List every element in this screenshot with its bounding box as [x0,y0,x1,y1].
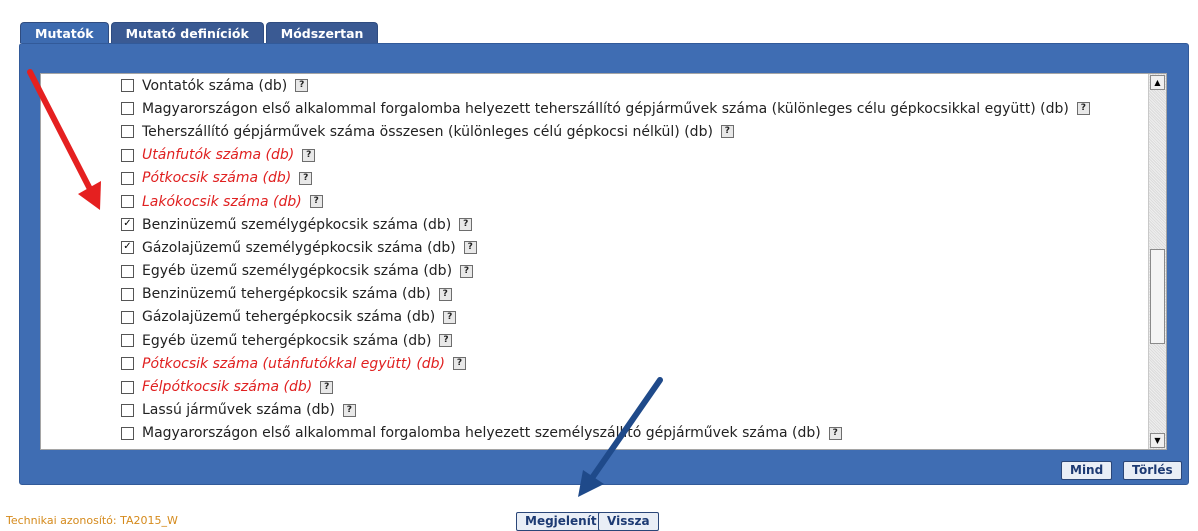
indicator-row: Egyéb üzemű személygépkocsik száma (db)? [121,260,1146,283]
help-icon[interactable]: ? [438,287,452,301]
help-icon[interactable]: ? [439,334,453,348]
indicator-label[interactable]: Gázolajüzemű tehergépkocsik száma (db) [142,309,435,325]
indicator-checkbox[interactable] [121,79,134,93]
clear-button[interactable]: Törlés [1123,461,1182,480]
indicator-list: Vontatók száma (db)? Magyarországon első … [121,74,1146,445]
indicator-checkbox[interactable] [121,310,134,324]
indicator-checkbox[interactable] [121,380,134,394]
indicator-row: Magyarországon első alkalommal forgalomb… [121,97,1146,120]
indicator-listbox[interactable]: Vontatók száma (db)? Magyarországon első … [40,73,1167,450]
indicator-row: ✓ Gázolajüzemű személygépkocsik száma (db… [121,236,1146,259]
vertical-scrollbar[interactable]: ▲ ▼ [1148,74,1166,449]
indicator-checkbox[interactable] [121,287,134,301]
indicator-panel: Vontatók száma (db)? Magyarországon első … [19,43,1189,485]
back-button[interactable]: Vissza [598,512,659,531]
scroll-down-button[interactable]: ▼ [1150,433,1165,448]
help-icon[interactable]: ? [459,218,473,232]
help-icon[interactable]: ? [299,171,313,185]
indicator-label[interactable]: Egyéb üzemű tehergépkocsik száma (db) [142,333,431,349]
help-icon[interactable]: ? [720,125,734,139]
indicator-label[interactable]: Pótkocsik száma (utánfutókkal együtt) (d… [142,356,445,372]
indicator-row: Pótkocsik száma (db)? [121,167,1146,190]
indicator-checkbox[interactable] [121,125,134,139]
tab-mutatok[interactable]: Mutatók [20,22,109,43]
help-icon[interactable]: ? [309,195,323,209]
help-icon[interactable]: ? [463,241,477,255]
indicator-label[interactable]: Benzinüzemű személygépkocsik száma (db) [142,217,451,233]
scroll-thumb[interactable] [1150,249,1165,344]
help-icon[interactable]: ? [1076,102,1090,116]
indicator-row: Pótkocsik száma (utánfutókkal együtt) (d… [121,352,1146,375]
indicator-label[interactable]: Lakókocsik száma (db) [142,194,302,210]
scroll-up-button[interactable]: ▲ [1150,75,1165,90]
indicator-row: Lakókocsik száma (db)? [121,190,1146,213]
indicator-checkbox[interactable] [121,403,134,417]
indicator-label[interactable]: Pótkocsik száma (db) [142,170,291,186]
indicator-row: Vontatók száma (db)? [121,74,1146,97]
help-icon[interactable]: ? [320,380,334,394]
indicator-label[interactable]: Benzinüzemű tehergépkocsik száma (db) [142,286,431,302]
select-all-button[interactable]: Mind [1061,461,1113,480]
help-icon[interactable]: ? [295,79,309,93]
indicator-checkbox[interactable] [121,195,134,209]
indicator-row: Magyarországon első alkalommal forgalomb… [121,422,1146,445]
indicator-label[interactable]: Lassú járművek száma (db) [142,402,335,418]
indicator-row: Lassú járművek száma (db)? [121,399,1146,422]
help-icon[interactable]: ? [342,403,356,417]
indicator-row: Utánfutók száma (db)? [121,144,1146,167]
tab-mutato-definiciok[interactable]: Mutató definíciók [110,22,264,43]
help-icon[interactable]: ? [453,357,467,371]
help-icon[interactable]: ? [443,310,457,324]
indicator-checkbox[interactable]: ✓ [121,218,134,232]
indicator-label[interactable]: Vontatók száma (db) [142,78,287,94]
help-icon[interactable]: ? [302,148,316,162]
indicator-checkbox[interactable] [121,148,134,162]
tab-modszertan[interactable]: Módszertan [265,22,379,43]
display-button[interactable]: Megjelenít [516,512,606,531]
help-icon[interactable]: ? [828,426,842,440]
help-icon[interactable]: ? [460,264,474,278]
indicator-label[interactable]: Gázolajüzemű személygépkocsik száma (db) [142,240,456,256]
indicator-label[interactable]: Félpótkocsik száma (db) [142,379,312,395]
indicator-checkbox[interactable]: ✓ [121,241,134,255]
indicator-checkbox[interactable] [121,334,134,348]
indicator-row: Félpótkocsik száma (db)? [121,375,1146,398]
indicator-row: Teherszállító gépjárművek száma összesen… [121,120,1146,143]
indicator-checkbox[interactable] [121,426,134,440]
technical-id-text: Technikai azonosító: TA2015_W [6,514,178,527]
indicator-row: Egyéb üzemű tehergépkocsik száma (db)? [121,329,1146,352]
indicator-label[interactable]: Magyarországon első alkalommal forgalomb… [142,425,821,441]
indicator-checkbox[interactable] [121,102,134,116]
indicator-checkbox[interactable] [121,171,134,185]
indicator-label[interactable]: Teherszállító gépjárművek száma összesen… [142,124,713,140]
indicator-row: Gázolajüzemű tehergépkocsik száma (db)? [121,306,1146,329]
indicator-label[interactable]: Magyarországon első alkalommal forgalomb… [142,101,1069,117]
indicator-checkbox[interactable] [121,357,134,371]
indicator-label[interactable]: Utánfutók száma (db) [142,147,294,163]
indicator-label[interactable]: Egyéb üzemű személygépkocsik száma (db) [142,263,452,279]
indicator-row: Benzinüzemű tehergépkocsik száma (db)? [121,283,1146,306]
indicator-checkbox[interactable] [121,264,134,278]
indicator-row: ✓ Benzinüzemű személygépkocsik száma (db)… [121,213,1146,236]
tab-bar: Mutatók Mutató definíciók Módszertan [20,22,379,43]
